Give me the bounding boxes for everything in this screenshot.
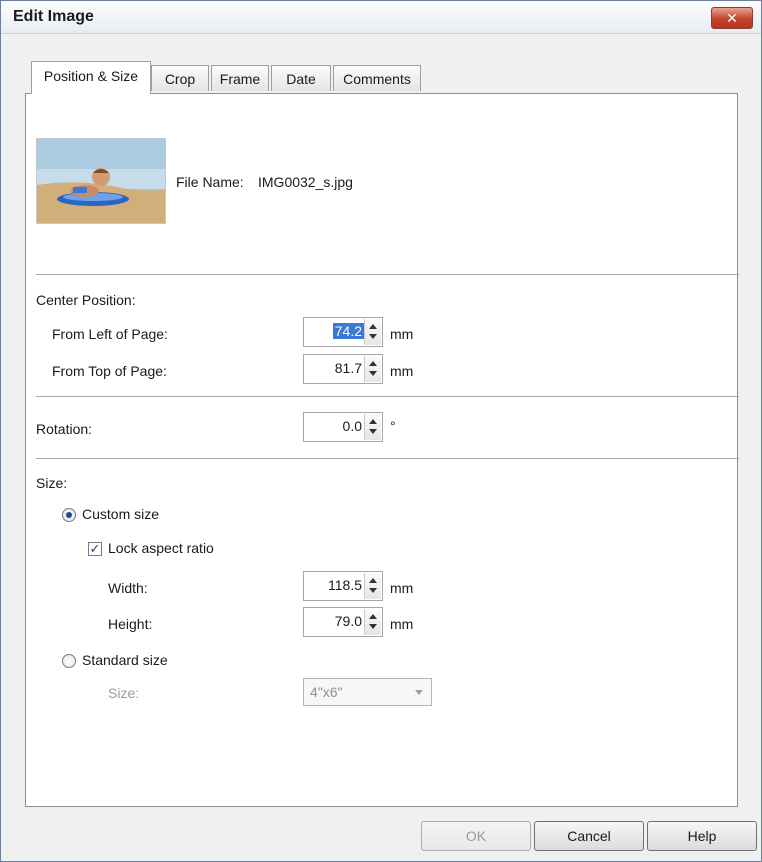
height-unit: mm <box>390 616 414 632</box>
from-top-unit: mm <box>390 363 414 379</box>
lock-aspect-checkbox[interactable]: ✓ <box>88 542 102 556</box>
width-spinner[interactable]: 118.5 <box>303 571 383 601</box>
tab-comments[interactable]: Comments <box>333 65 421 91</box>
divider <box>36 458 739 459</box>
height-value[interactable]: 79.0 <box>335 613 362 629</box>
tab-crop[interactable]: Crop <box>151 65 209 91</box>
from-left-value[interactable]: 74.2 <box>332 323 364 339</box>
from-top-spinner[interactable]: 81.7 <box>303 354 383 384</box>
close-button[interactable]: ✕ <box>711 7 753 29</box>
window-title: Edit Image <box>13 8 94 25</box>
from-left-spinner[interactable]: 74.2 <box>303 317 383 347</box>
standard-size-select[interactable]: 4"x6" <box>303 678 432 706</box>
from-left-label: From Left of Page: <box>52 326 168 342</box>
file-name-value: IMG0032_s.jpg <box>258 174 353 190</box>
title-bar: Edit Image ✕ <box>1 1 761 34</box>
ok-button[interactable]: OK <box>421 821 531 851</box>
lock-aspect-label[interactable]: Lock aspect ratio <box>108 540 214 556</box>
standard-size-label[interactable]: Standard size <box>82 652 168 668</box>
thumbnail-image <box>37 139 165 223</box>
tab-frame[interactable]: Frame <box>211 65 269 91</box>
chevron-down-icon <box>415 690 423 695</box>
width-value[interactable]: 118.5 <box>328 577 362 593</box>
standard-size-value: 4"x6" <box>310 684 343 700</box>
width-unit: mm <box>390 580 414 596</box>
edit-image-dialog: Edit Image ✕ Position & Size Crop Frame … <box>0 0 762 862</box>
custom-size-label[interactable]: Custom size <box>82 506 159 522</box>
spinner-arrows-icon[interactable] <box>364 609 381 635</box>
spinner-arrows-icon[interactable] <box>364 356 381 382</box>
standard-size-radio[interactable] <box>62 654 76 668</box>
image-thumbnail <box>36 138 166 224</box>
divider <box>36 274 739 275</box>
spinner-arrows-icon[interactable] <box>364 414 381 440</box>
close-icon: ✕ <box>726 10 738 26</box>
width-label: Width: <box>108 580 148 596</box>
file-name-label: File Name: <box>176 174 244 190</box>
rotation-label: Rotation: <box>36 421 93 437</box>
position-size-panel: File Name: IMG0032_s.jpg Center Position… <box>25 93 739 807</box>
spinner-arrows-icon[interactable] <box>364 573 381 599</box>
rotation-spinner[interactable]: 0.0 <box>303 412 383 442</box>
rotation-unit: ° <box>390 418 396 434</box>
from-top-value[interactable]: 81.7 <box>335 360 362 376</box>
height-spinner[interactable]: 79.0 <box>303 607 383 637</box>
size-heading: Size: <box>36 475 68 491</box>
spinner-arrows-icon[interactable] <box>364 319 381 345</box>
cancel-button[interactable]: Cancel <box>534 821 644 851</box>
center-position-heading: Center Position: <box>36 292 136 308</box>
divider <box>36 396 739 397</box>
tab-position-size[interactable]: Position & Size <box>31 61 151 94</box>
rotation-value[interactable]: 0.0 <box>343 418 362 434</box>
custom-size-radio[interactable] <box>62 508 76 522</box>
tab-date[interactable]: Date <box>271 65 331 91</box>
standard-size-field-label: Size: <box>108 685 140 701</box>
height-label: Height: <box>108 616 153 632</box>
from-top-label: From Top of Page: <box>52 363 167 379</box>
help-button[interactable]: Help <box>647 821 757 851</box>
from-left-unit: mm <box>390 326 414 342</box>
